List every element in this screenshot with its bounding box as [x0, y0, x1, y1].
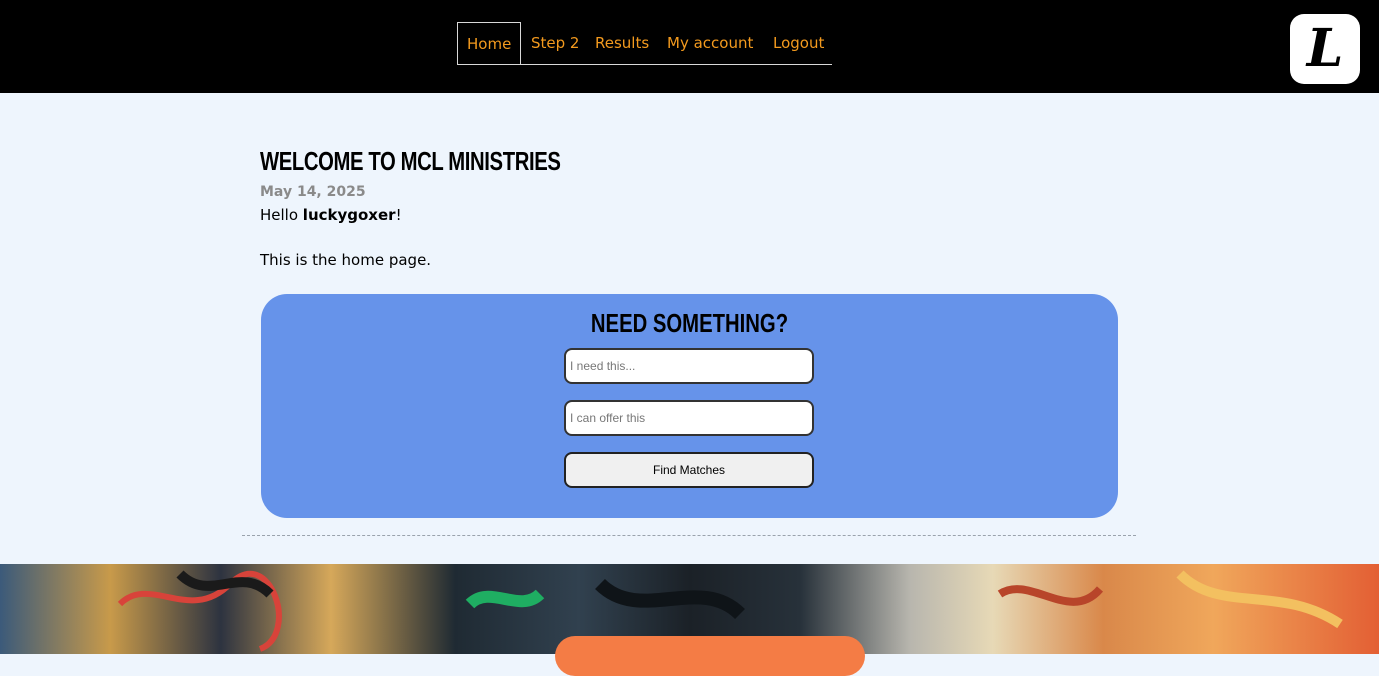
nav-item-step-2[interactable]: Step 2	[531, 22, 579, 64]
top-navigation-bar: Home Step 2 Results My account Logout L	[0, 0, 1379, 93]
greeting: Hello luckygoxer!	[260, 206, 402, 224]
post-date: May 14, 2025	[260, 184, 366, 200]
greeting-suffix: !	[395, 206, 402, 224]
logo-glyph: L	[1306, 18, 1344, 79]
match-form-card: NEED SOMETHING? Find Matches	[261, 294, 1118, 518]
nav-item-my-account[interactable]: My account	[667, 22, 753, 64]
nav-item-results[interactable]: Results	[595, 22, 649, 64]
offer-input[interactable]	[564, 400, 814, 436]
nav-item-home[interactable]: Home	[457, 22, 522, 64]
section-divider	[242, 535, 1136, 536]
match-form-title: NEED SOMETHING?	[590, 308, 789, 338]
nav-item-logout[interactable]: Logout	[773, 22, 824, 64]
intro-text: This is the home page.	[260, 251, 432, 269]
page-title: WELCOME TO MCL MINISTRIES	[260, 146, 561, 176]
need-input[interactable]	[564, 348, 814, 384]
footer-cta-button[interactable]	[555, 636, 865, 676]
site-logo[interactable]: L	[1290, 14, 1360, 84]
username: luckygoxer	[302, 206, 396, 224]
greeting-prefix: Hello	[260, 206, 303, 224]
find-matches-button[interactable]: Find Matches	[564, 452, 814, 488]
main-nav: Home Step 2 Results My account Logout	[457, 22, 832, 65]
